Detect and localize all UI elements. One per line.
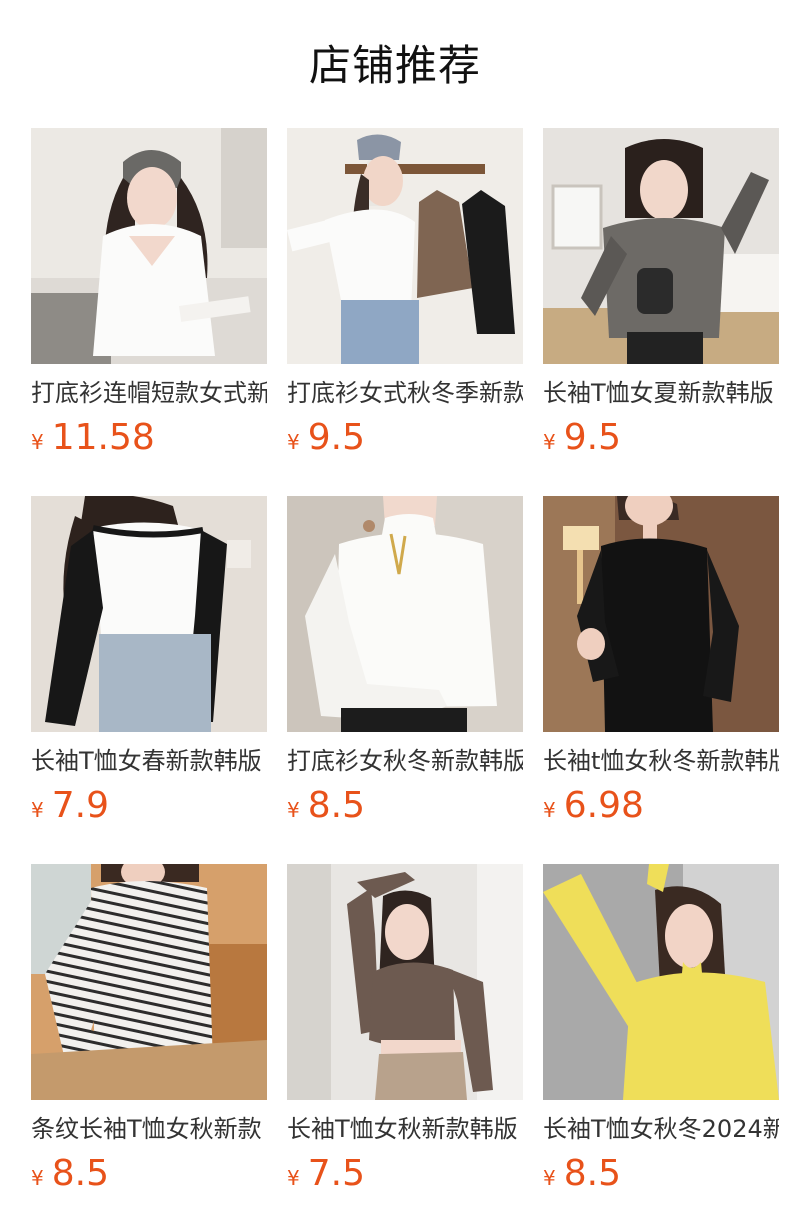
product-name[interactable]: 长袖T恤女秋冬2024新款 xyxy=(543,1112,779,1146)
price-amount: 8.5 xyxy=(307,785,365,826)
price-amount: 9.5 xyxy=(563,417,621,458)
product-price: ¥7.5 xyxy=(287,1152,365,1196)
product-name[interactable]: 长袖T恤女夏新款韩版 xyxy=(543,376,779,410)
product-card[interactable]: 长袖T恤女夏新款韩版 ¥9.5 xyxy=(543,128,779,458)
currency-symbol: ¥ xyxy=(287,1166,300,1190)
price-amount: 6.98 xyxy=(563,785,644,826)
product-price: ¥9.5 xyxy=(287,416,365,460)
product-image[interactable] xyxy=(31,496,267,732)
currency-symbol: ¥ xyxy=(287,798,300,822)
product-card[interactable]: 打底衫连帽短款女式新款 ¥11.58 xyxy=(31,128,267,458)
price-amount: 9.5 xyxy=(307,417,365,458)
product-name[interactable]: 打底衫女式秋冬季新款 xyxy=(287,376,523,410)
product-card[interactable]: 打底衫女式秋冬季新款 ¥9.5 xyxy=(287,128,523,458)
price-amount: 7.5 xyxy=(307,1153,365,1194)
price-amount: 8.5 xyxy=(51,1153,109,1194)
product-image[interactable] xyxy=(543,128,779,364)
currency-symbol: ¥ xyxy=(31,798,44,822)
price-amount: 7.9 xyxy=(51,785,109,826)
product-name[interactable]: 长袖t恤女秋冬新款韩版 xyxy=(543,744,779,778)
currency-symbol: ¥ xyxy=(287,430,300,454)
product-image[interactable] xyxy=(287,864,523,1100)
product-name[interactable]: 打底衫女秋冬新款韩版 xyxy=(287,744,523,778)
product-price: ¥11.58 xyxy=(31,416,155,460)
product-card[interactable]: 条纹长袖T恤女秋新款 ¥8.5 xyxy=(31,864,267,1194)
product-image[interactable] xyxy=(31,864,267,1100)
price-amount: 11.58 xyxy=(51,417,155,458)
product-image[interactable] xyxy=(543,864,779,1100)
product-name[interactable]: 长袖T恤女春新款韩版 xyxy=(31,744,267,778)
page-title: 店铺推荐 xyxy=(308,41,481,90)
product-image[interactable] xyxy=(543,496,779,732)
product-card[interactable]: 长袖T恤女秋新款韩版 ¥7.5 xyxy=(287,864,523,1194)
product-name[interactable]: 打底衫连帽短款女式新款 xyxy=(31,376,267,410)
currency-symbol: ¥ xyxy=(543,1166,556,1190)
product-image[interactable] xyxy=(287,496,523,732)
product-price: ¥6.98 xyxy=(543,784,644,828)
product-price: ¥8.5 xyxy=(31,1152,109,1196)
product-price: ¥9.5 xyxy=(543,416,621,460)
product-name[interactable]: 条纹长袖T恤女秋新款 xyxy=(31,1112,267,1146)
currency-symbol: ¥ xyxy=(31,430,44,454)
price-amount: 8.5 xyxy=(563,1153,621,1194)
product-card[interactable]: 长袖T恤女春新款韩版 ¥7.9 xyxy=(31,496,267,826)
product-price: ¥8.5 xyxy=(287,784,365,828)
currency-symbol: ¥ xyxy=(31,1166,44,1190)
product-name[interactable]: 长袖T恤女秋新款韩版 xyxy=(287,1112,523,1146)
product-card[interactable]: 打底衫女秋冬新款韩版 ¥8.5 xyxy=(287,496,523,826)
product-price: ¥8.5 xyxy=(543,1152,621,1196)
shop-recommendation-page: 店铺推荐 打底衫连帽短款女式新款 ¥11.58 xyxy=(0,0,790,1232)
currency-symbol: ¥ xyxy=(543,798,556,822)
product-card[interactable]: 长袖T恤女秋冬2024新款 ¥8.5 xyxy=(543,864,779,1194)
product-card[interactable]: 长袖t恤女秋冬新款韩版 ¥6.98 xyxy=(543,496,779,826)
currency-symbol: ¥ xyxy=(543,430,556,454)
product-price: ¥7.9 xyxy=(31,784,109,828)
product-image[interactable] xyxy=(287,128,523,364)
product-image[interactable] xyxy=(31,128,267,364)
